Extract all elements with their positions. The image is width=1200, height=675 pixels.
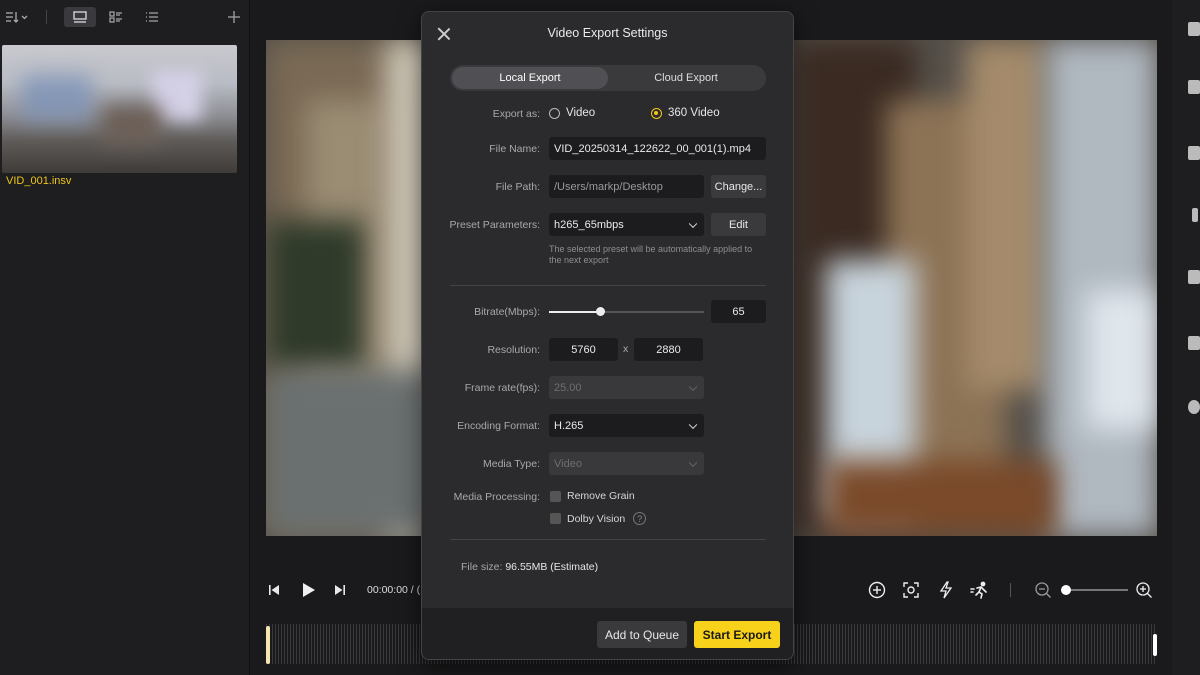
dialog-title: Video Export Settings	[547, 26, 668, 40]
timeline-end-handle[interactable]	[1153, 634, 1157, 656]
radio-video-dot[interactable]	[549, 107, 560, 119]
chevron-down-icon	[688, 219, 698, 228]
export-mode-toggle: Local Export Cloud Export	[450, 65, 766, 91]
add-to-queue-button[interactable]: Add to Queue	[597, 621, 687, 648]
frame-rate-label: Frame rate(fps):	[464, 382, 540, 394]
edit-preset-button[interactable]: Edit	[711, 213, 766, 236]
rail-audio-icon[interactable]	[1192, 208, 1198, 222]
resolution-width-input[interactable]: 5760	[549, 338, 618, 361]
radio-360-video-dot[interactable]	[651, 107, 662, 119]
file-size-value: 96.55MB (Estimate)	[505, 561, 599, 573]
previous-frame-icon[interactable]	[266, 582, 282, 598]
timecode: 00:00:00 / (	[367, 584, 421, 596]
media-type-value: Video	[554, 457, 582, 470]
file-size: File size: 96.55MB (Estimate)	[461, 561, 598, 573]
tab-local-export[interactable]: Local Export	[452, 67, 608, 89]
file-name-input[interactable]: VID_20250314_122622_00_001(1).mp4	[549, 137, 766, 160]
radio-video-label: Video	[566, 107, 596, 119]
remove-grain-box[interactable]	[550, 490, 561, 502]
zoom-in-icon[interactable]	[1135, 581, 1153, 599]
add-media-icon[interactable]	[224, 7, 244, 27]
next-frame-icon[interactable]	[332, 582, 348, 598]
zoom-out-icon[interactable]	[1034, 581, 1052, 599]
toolbar-divider	[46, 10, 47, 24]
file-size-label: File size:	[461, 561, 506, 573]
encoding-value: H.265	[554, 419, 584, 432]
dialog-footer: Add to Queue Start Export	[422, 608, 793, 659]
chevron-down-icon	[688, 458, 698, 467]
encoding-select[interactable]: H.265	[549, 414, 704, 437]
rail-tool-icon[interactable]	[1188, 22, 1200, 36]
speed-icon[interactable]	[970, 581, 990, 599]
media-type-select: Video	[549, 452, 704, 475]
bitrate-label: Bitrate(Mbps):	[474, 306, 540, 318]
chevron-down-icon	[688, 382, 698, 391]
deep-track-icon[interactable]	[902, 581, 920, 599]
section-divider	[450, 539, 766, 540]
list-view-icon[interactable]	[142, 7, 162, 27]
resolution-separator: x	[623, 343, 629, 355]
preset-select-value: h265_65mbps	[554, 218, 624, 231]
detail-view-icon[interactable]	[106, 7, 126, 27]
zoom-slider-knob[interactable]	[1061, 585, 1071, 595]
media-library-panel: VID_001.insv	[0, 0, 250, 675]
frame-rate-value: 25.00	[554, 381, 582, 394]
encoding-label: Encoding Format:	[457, 420, 540, 432]
change-path-button[interactable]: Change...	[711, 175, 766, 198]
export-as-label: Export as:	[492, 108, 540, 120]
section-divider	[450, 285, 766, 286]
chevron-down-icon	[688, 420, 698, 429]
frame-rate-select: 25.00	[549, 376, 704, 399]
dolby-vision-box[interactable]	[550, 513, 561, 524]
rail-color-icon[interactable]	[1188, 400, 1200, 414]
resolution-height-input[interactable]: 2880	[634, 338, 703, 361]
add-keyframe-icon[interactable]	[868, 581, 886, 599]
sort-icon[interactable]	[4, 7, 30, 27]
rail-layers-icon[interactable]	[1188, 336, 1200, 350]
app-window: VID_001.insv 00:00:00 / (Video Export S…	[0, 0, 1200, 675]
media-processing-label: Media Processing:	[453, 491, 540, 503]
right-tool-rail	[1172, 0, 1200, 675]
preset-label: Preset Parameters:	[449, 219, 540, 231]
dolby-vision-label: Dolby Vision	[567, 512, 626, 525]
preset-hint: The selected preset will be automaticall…	[549, 244, 753, 265]
clip-thumbnail[interactable]	[2, 45, 237, 173]
export-dialog: Video Export Settings Local Export Cloud…	[421, 11, 794, 660]
media-toolbar	[0, 0, 250, 34]
bitrate-slider[interactable]	[549, 307, 704, 316]
remove-grain-label: Remove Grain	[567, 490, 635, 502]
file-path-input[interactable]: /Users/markp/Desktop	[549, 175, 704, 198]
radio-video[interactable]: Video	[549, 107, 595, 119]
dolby-vision-checkbox[interactable]: Dolby Vision ?	[550, 512, 647, 525]
timeline-start-handle[interactable]	[266, 626, 270, 664]
radio-360-video[interactable]: 360 Video	[651, 107, 720, 119]
clip-name: VID_001.insv	[6, 175, 72, 187]
bitrate-slider-knob[interactable]	[596, 307, 606, 316]
thumbnail-view-icon[interactable]	[64, 7, 96, 27]
zoom-slider[interactable]	[1061, 585, 1128, 595]
flash-icon[interactable]	[938, 581, 954, 599]
media-type-label: Media Type:	[482, 458, 540, 470]
bitrate-slider-fill	[549, 311, 601, 313]
help-icon[interactable]: ?	[633, 512, 647, 525]
remove-grain-checkbox[interactable]: Remove Grain	[550, 490, 635, 502]
file-name-label: File Name:	[489, 143, 540, 155]
preset-select[interactable]: h265_65mbps	[549, 213, 704, 236]
tab-cloud-export[interactable]: Cloud Export	[608, 67, 764, 89]
controls-divider	[1010, 583, 1011, 597]
rail-film-icon[interactable]	[1188, 146, 1200, 160]
rail-people-icon[interactable]	[1188, 270, 1200, 284]
radio-360-video-label: 360 Video	[668, 107, 720, 119]
play-icon[interactable]	[300, 581, 318, 599]
resolution-label: Resolution:	[487, 344, 540, 356]
bitrate-input[interactable]: 65	[711, 300, 766, 323]
rail-plugin-icon[interactable]	[1188, 80, 1200, 94]
start-export-button[interactable]: Start Export	[694, 621, 780, 648]
file-path-label: File Path:	[495, 181, 540, 193]
